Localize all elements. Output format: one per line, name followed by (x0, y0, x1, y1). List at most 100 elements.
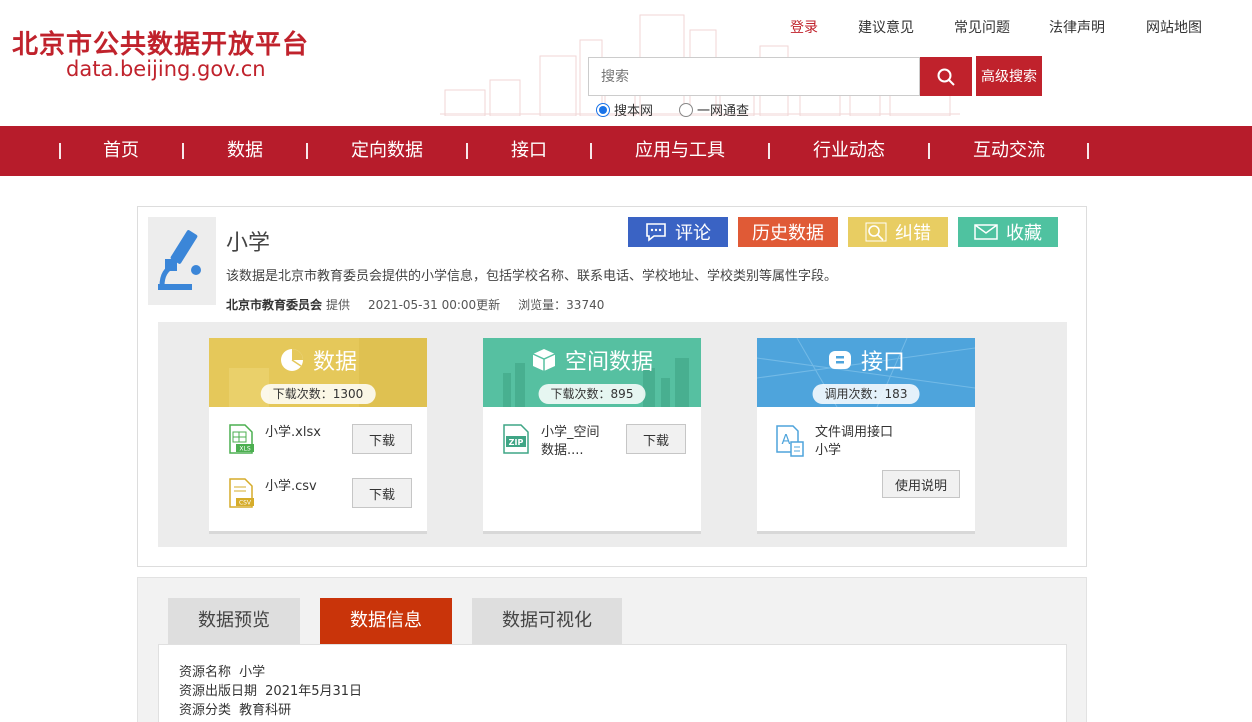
nav-divider (928, 143, 930, 159)
svg-text:A: A (782, 433, 791, 448)
envelope-icon (974, 224, 998, 240)
comment-label: 评论 (675, 223, 711, 244)
api-call-count: 调用次数：183 (812, 384, 920, 404)
data-card-header: 数据 下载次数：1300 (209, 338, 427, 407)
scope-label-all: 一网通查 (697, 104, 750, 119)
search-button[interactable] (920, 57, 972, 96)
api-card-title: 接口 (860, 350, 905, 375)
nav-item-apps[interactable]: 应用与工具 (635, 126, 725, 176)
api-card: 接口 调用次数：183 A 文件调用接口 小学 使用说明 (757, 338, 975, 534)
tab-data-preview[interactable]: 数据预览 (168, 598, 300, 644)
microscope-icon (158, 230, 201, 290)
nav-divider (182, 143, 184, 159)
comment-button[interactable]: 评论 (628, 217, 728, 247)
history-data-label: 历史数据 (752, 223, 824, 244)
comment-icon (646, 223, 666, 242)
nav-item-data[interactable]: 数据 (227, 126, 263, 176)
favorite-label: 收藏 (1006, 223, 1042, 244)
dataset-tabs-panel: 数据预览 数据信息 数据可视化 资源名称 小学 资源出版日期 2021年5月31… (137, 577, 1087, 722)
dataset-provider: 北京市教育委员会 (226, 298, 323, 312)
info-value: 2021年5月31日 (265, 684, 363, 699)
info-row: 资源出版日期 2021年5月31日 (179, 682, 1046, 701)
api-card-header: 接口 调用次数：183 (757, 338, 975, 407)
spatial-card-title-row: 空间数据 (483, 344, 701, 376)
nav-item-home[interactable]: 首页 (103, 126, 139, 176)
site-url: data.beijing.gov.cn (66, 57, 266, 81)
svg-text:CSV: CSV (239, 500, 252, 507)
nav-divider (466, 143, 468, 159)
download-zip-button[interactable]: 下载 (626, 424, 686, 454)
info-row: 资源分类 教育科研 (179, 701, 1046, 720)
provider-suffix: 提供 (326, 298, 351, 312)
advanced-search-button[interactable]: 高级搜索 (976, 56, 1042, 96)
info-label: 资源名称 (179, 665, 232, 680)
dataset-detail-panel: 小学 该数据是北京市教育委员会提供的小学信息，包括学校名称、联系电话、学校地址、… (137, 206, 1087, 567)
history-data-button[interactable]: 历史数据 (738, 217, 838, 247)
scope-label-site: 搜本网 (614, 104, 654, 119)
data-card-title-row: 数据 (209, 344, 427, 376)
data-card-title: 数据 (312, 350, 357, 375)
data-info-content: 资源名称 小学 资源出版日期 2021年5月31日 资源分类 教育科研 (158, 644, 1067, 722)
info-value: 小学 (239, 665, 266, 680)
resource-cards: 数据 下载次数：1300 XLS 小学.xlsx 下载 CSV 小学.csv 下… (158, 322, 1067, 547)
xls-file-icon: XLS (229, 424, 254, 454)
faq-link[interactable]: 常见问题 (954, 17, 1010, 37)
file-name-xlsx[interactable]: 小学.xlsx (265, 424, 321, 442)
nav-item-news[interactable]: 行业动态 (813, 126, 885, 176)
svg-text:XLS: XLS (239, 446, 250, 453)
data-card: 数据 下载次数：1300 XLS 小学.xlsx 下载 CSV 小学.csv 下… (209, 338, 427, 534)
nav-item-api[interactable]: 接口 (511, 126, 547, 176)
download-csv-button[interactable]: 下载 (352, 478, 412, 508)
download-xlsx-button[interactable]: 下载 (352, 424, 412, 454)
file-name-zip[interactable]: 小学_空间 数据.... (541, 424, 600, 460)
search-input[interactable] (588, 57, 920, 96)
dataset-views: 浏览量：33740 (518, 298, 605, 312)
nav-divider (1087, 143, 1089, 159)
search-scope: 搜本网 一网通查 (596, 100, 749, 119)
tab-data-visualization[interactable]: 数据可视化 (472, 598, 622, 644)
dataset-thumbnail (148, 217, 216, 305)
file-row-xlsx: XLS 小学.xlsx (227, 424, 321, 454)
info-value: 教育科研 (239, 703, 292, 718)
info-row: 资源名称 小学 (179, 663, 1046, 682)
file-row-zip: ZIP 小学_空间 数据.... (501, 424, 600, 460)
favorite-button[interactable]: 收藏 (958, 217, 1058, 247)
magnifier-icon (865, 222, 887, 242)
dataset-updated: 2021-05-31 00:00更新 (368, 298, 501, 312)
api-card-title-row: 接口 (757, 344, 975, 376)
info-label: 资源出版日期 (179, 684, 258, 699)
scope-radio-site[interactable] (596, 102, 610, 117)
api-icon (828, 351, 851, 369)
nav-item-directed-data[interactable]: 定向数据 (351, 126, 423, 176)
tab-data-info[interactable]: 数据信息 (320, 598, 452, 644)
nav-divider (59, 143, 61, 159)
info-label: 资源分类 (179, 703, 232, 718)
svg-text:ZIP: ZIP (509, 438, 524, 447)
api-name[interactable]: 文件调用接口 小学 (815, 424, 893, 460)
data-download-count: 下载次数：1300 (260, 384, 376, 404)
header: 北京市公共数据开放平台 data.beijing.gov.cn 登录 建议意见 … (0, 0, 1252, 126)
site-title[interactable]: 北京市公共数据开放平台 (12, 24, 309, 61)
feedback-link[interactable]: 建议意见 (858, 17, 914, 37)
search-icon (937, 68, 955, 86)
nav-divider (590, 143, 592, 159)
spatial-card-title: 空间数据 (564, 350, 653, 375)
file-row-csv: CSV 小学.csv (227, 478, 317, 508)
sitemap-link[interactable]: 网站地图 (1146, 17, 1202, 37)
dataset-meta: 北京市教育委员会 提供 2021-05-31 00:00更新 浏览量：33740 (226, 296, 604, 313)
cube-icon (532, 349, 556, 371)
zip-file-icon: ZIP (503, 424, 529, 454)
api-doc-icon: A (776, 425, 804, 457)
login-link[interactable]: 登录 (790, 17, 818, 37)
nav-divider (306, 143, 308, 159)
scope-radio-all[interactable] (679, 102, 694, 117)
spatial-card-header: 空间数据 下载次数：895 (483, 338, 701, 407)
nav-item-interaction[interactable]: 互动交流 (973, 126, 1045, 176)
spatial-data-card: 空间数据 下载次数：895 ZIP 小学_空间 数据.... 下载 (483, 338, 701, 534)
legal-link[interactable]: 法律声明 (1049, 17, 1105, 37)
report-error-label: 纠错 (895, 223, 931, 244)
report-error-button[interactable]: 纠错 (848, 217, 948, 247)
file-name-csv[interactable]: 小学.csv (265, 478, 317, 496)
dataset-title: 小学 (226, 231, 271, 256)
usage-guide-button[interactable]: 使用说明 (882, 470, 960, 498)
